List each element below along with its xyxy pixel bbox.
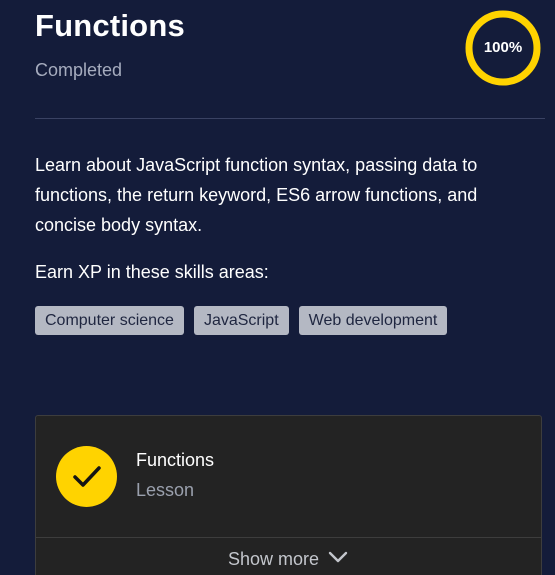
lesson-card[interactable]: Functions Lesson Show more (35, 415, 542, 575)
lesson-title[interactable]: Functions (136, 450, 214, 471)
show-more-button[interactable]: Show more (36, 549, 541, 570)
skill-tag: Computer science (35, 306, 184, 335)
module-header: Functions Completed 100% (35, 8, 545, 96)
lesson-type: Lesson (136, 480, 195, 500)
completion-status: Completed (35, 60, 123, 80)
module-page: Functions Completed 100% Learn about Jav… (0, 0, 555, 575)
page-title: Functions (35, 8, 185, 43)
skills-heading: Earn XP in these skills areas: (35, 262, 269, 282)
module-description: Learn about JavaScript function syntax, … (35, 155, 478, 235)
card-divider (36, 537, 541, 538)
header-divider (35, 118, 545, 119)
progress-ring: 100% (465, 10, 541, 86)
skill-tags: Computer science JavaScript Web developm… (35, 306, 448, 335)
lesson-complete-badge (56, 446, 117, 507)
show-more-label: Show more (227, 549, 320, 569)
skill-tag: Web development (298, 306, 448, 335)
skill-tag: JavaScript (193, 306, 289, 335)
progress-percent: 100% (483, 39, 523, 56)
checkmark-icon (73, 466, 101, 487)
chevron-down-icon (327, 548, 349, 569)
